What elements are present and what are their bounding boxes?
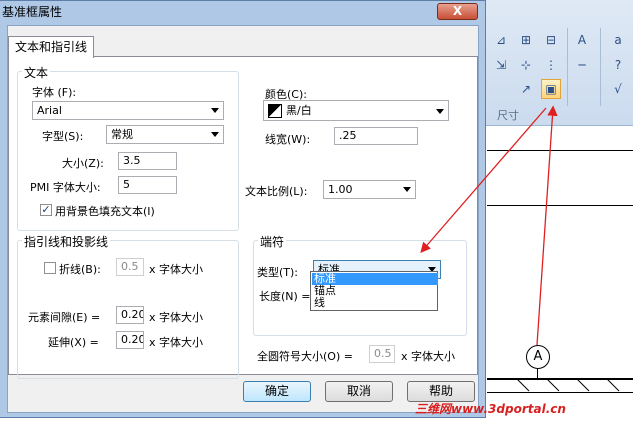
dropdown-option[interactable]: 线 [312,297,438,309]
dropdown-option[interactable]: 锚点 [312,285,438,297]
annotation-arrows [420,105,558,346]
terminator-type-dropdown: 标准 锚点 线 [310,271,438,311]
watermark-text: 三维网www.3dportal.cn [415,402,566,416]
tab-text-and-leader[interactable]: 文本和指引线 [8,36,95,58]
